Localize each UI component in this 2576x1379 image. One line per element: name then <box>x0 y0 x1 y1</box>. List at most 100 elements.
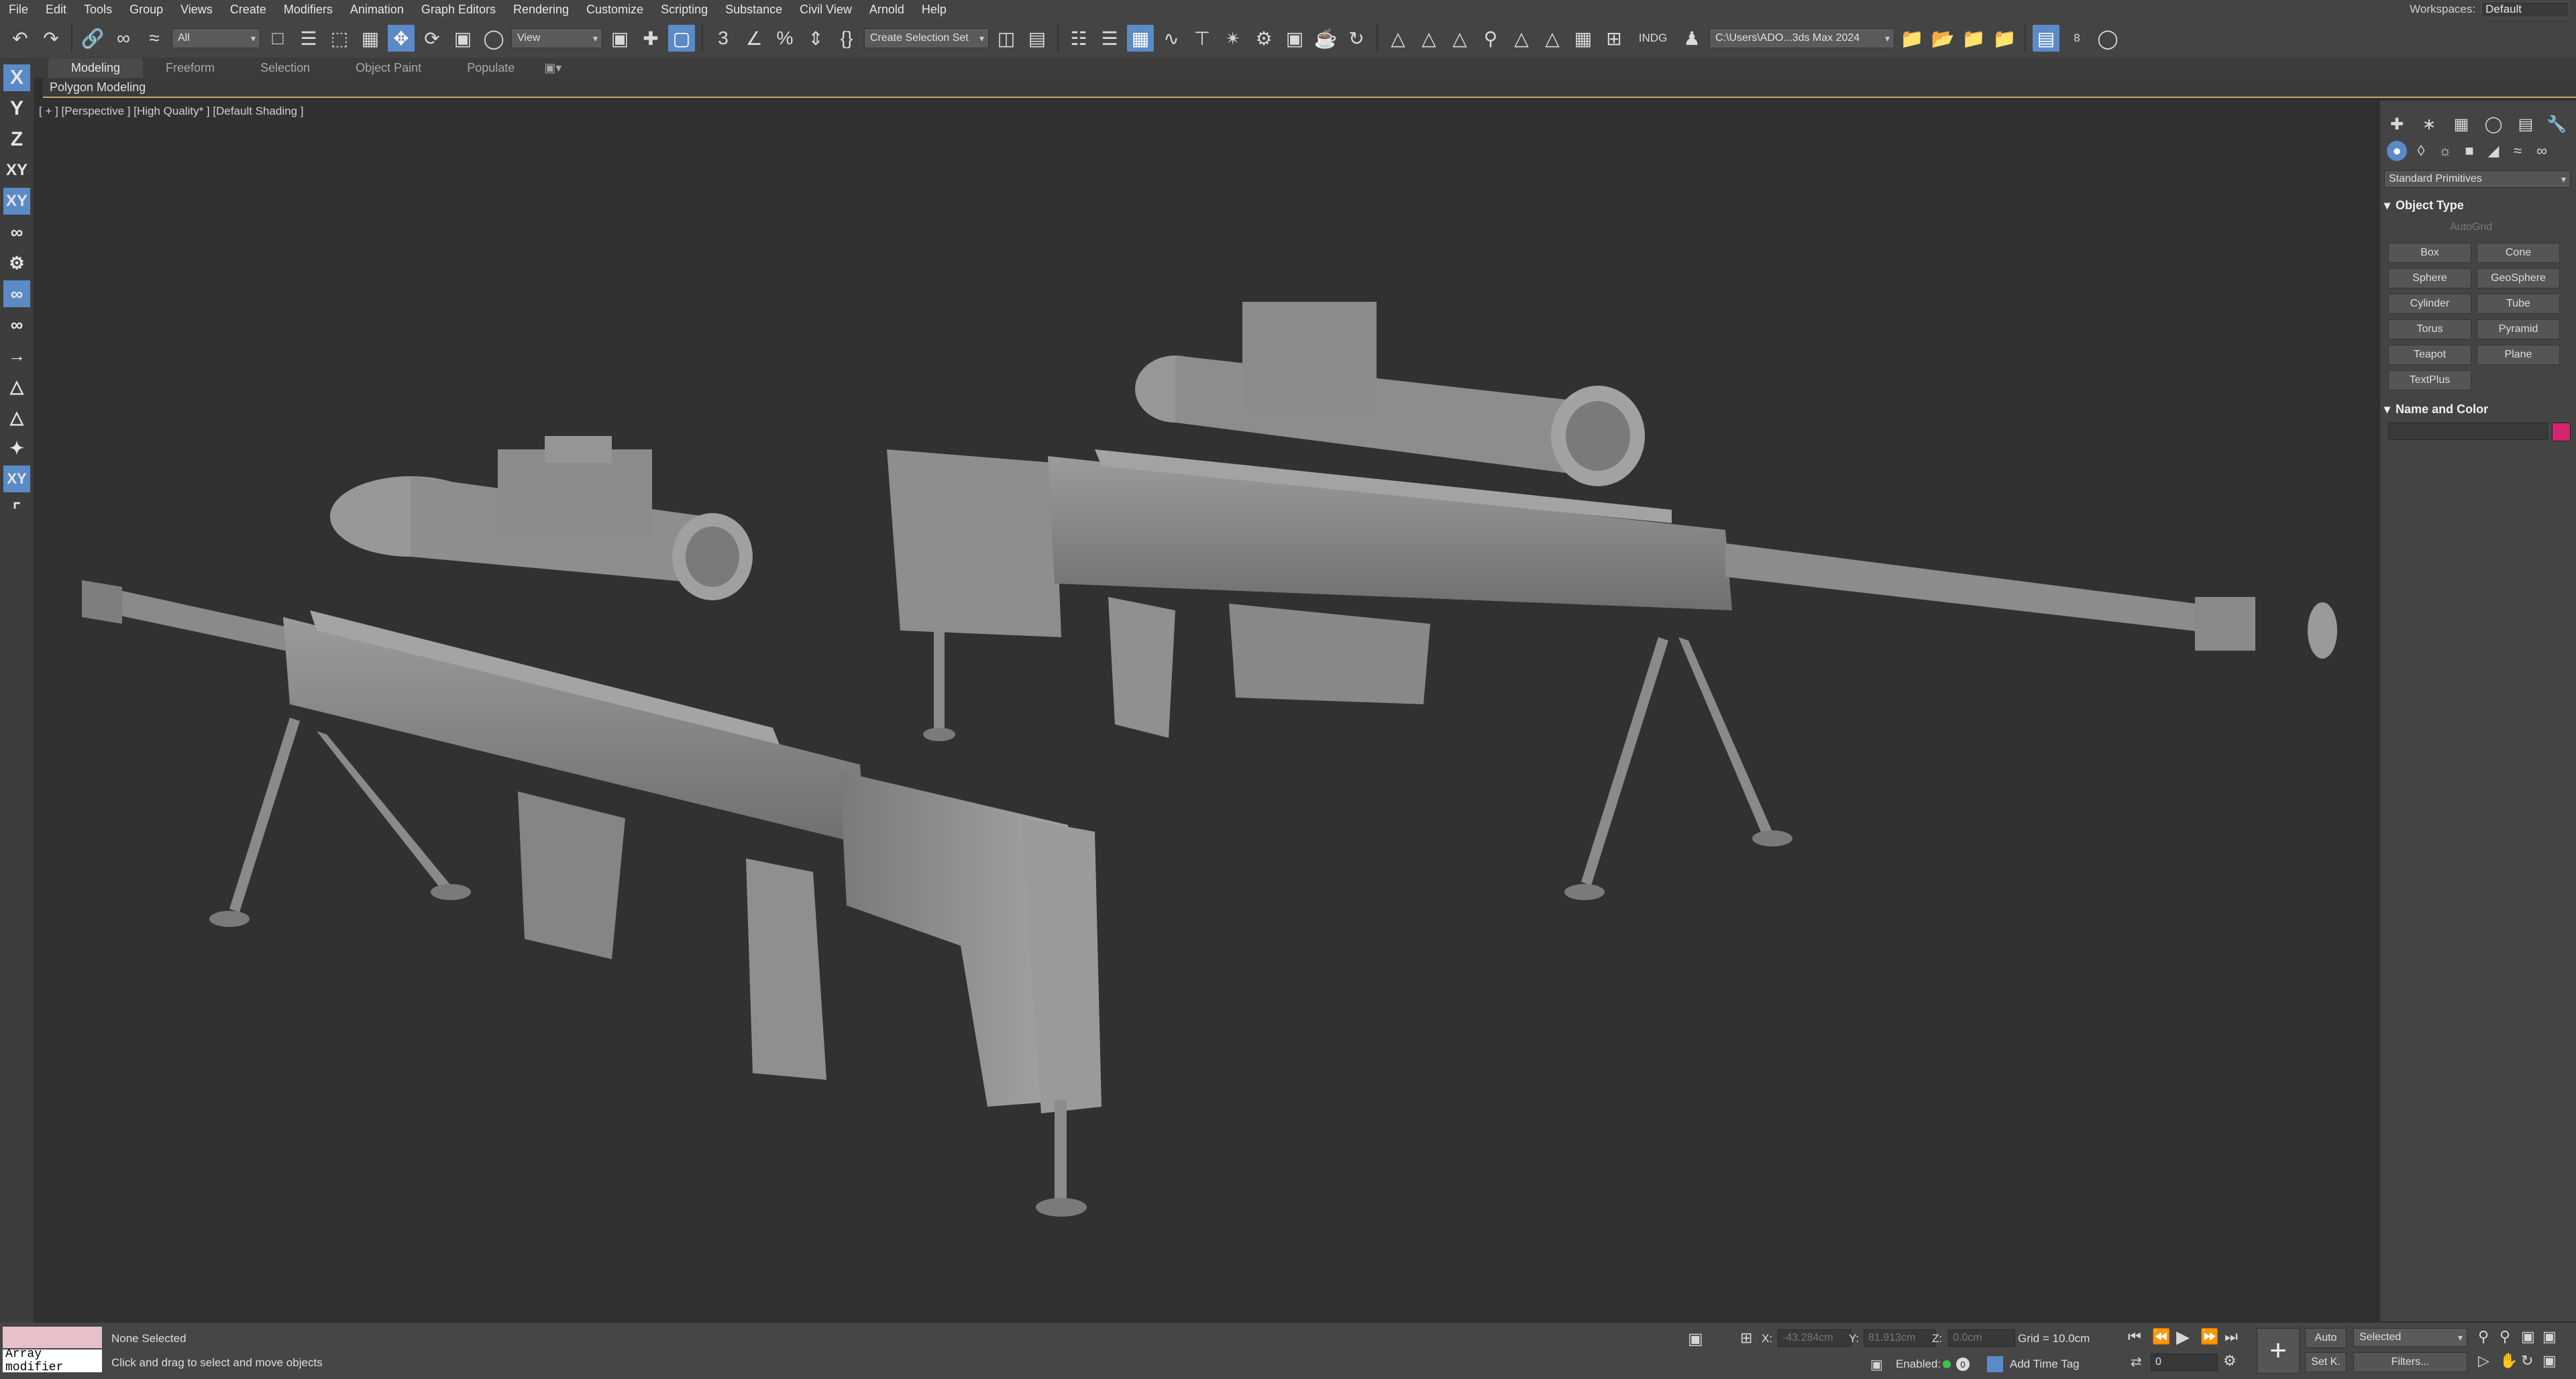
mirror-icon[interactable]: ◫ <box>993 25 1020 52</box>
grid-tool-icon[interactable]: ▦ <box>1570 25 1597 52</box>
z-coordinate-field[interactable]: 0.0cm <box>1948 1329 2015 1347</box>
adaptive-degradation-icon[interactable]: ▣ <box>1870 1356 1883 1373</box>
systems-category-icon[interactable]: ∞ <box>2532 141 2552 161</box>
rendered-frame-window-icon[interactable]: ▣ <box>1281 25 1308 52</box>
autogrid-checkbox[interactable]: AutoGrid <box>2450 221 2492 233</box>
snap-endpoint-icon[interactable]: △ <box>3 404 30 431</box>
menu-arnold[interactable]: Arnold <box>861 3 913 17</box>
angle-snap-icon[interactable]: ∠ <box>741 25 767 52</box>
arnold-camera-icon[interactable]: △ <box>1539 25 1566 52</box>
create-tab-icon[interactable]: ✚ <box>2385 113 2408 135</box>
tab-populate[interactable]: Populate <box>444 58 537 78</box>
current-frame-field[interactable]: 0 <box>2151 1354 2218 1371</box>
arnold-light-icon[interactable]: △ <box>1415 25 1442 52</box>
menu-views[interactable]: Views <box>172 3 221 17</box>
maxscript-listener-top[interactable] <box>3 1327 102 1348</box>
y-coordinate-field[interactable]: 81.913cm <box>1864 1329 1936 1347</box>
time-tag-icon[interactable] <box>1987 1356 2003 1372</box>
polygon-modeling-label[interactable]: Polygon Modeling <box>50 80 146 95</box>
primitive-category-dropdown[interactable]: Standard Primitives <box>2384 170 2571 188</box>
snap-constraint-icon[interactable]: XY <box>3 465 30 492</box>
snap-vertex-icon[interactable]: ⚙ <box>3 250 30 276</box>
viewport-label-menu[interactable]: [ + ] [Perspective ] [High Quality* ] [D… <box>39 105 304 118</box>
helpers-category-icon[interactable]: ◢ <box>2483 141 2504 161</box>
snap-edge-icon[interactable]: ∞ <box>3 280 30 307</box>
corner-icon[interactable]: ⌜ <box>3 496 30 523</box>
tab-modeling[interactable]: Modeling <box>48 58 144 78</box>
modify-tab-icon[interactable]: ∗ <box>2418 113 2440 135</box>
previous-frame-icon[interactable]: ⏪ <box>2152 1328 2170 1345</box>
zoom-extents-all-icon[interactable]: ▣ <box>2542 1328 2557 1345</box>
arnold-view-icon[interactable]: △ <box>1508 25 1535 52</box>
zoom-icon[interactable]: ⚲ <box>2478 1328 2489 1345</box>
goto-start-icon[interactable]: ⏮ <box>2128 1328 2141 1345</box>
menu-edit[interactable]: Edit <box>37 3 75 17</box>
spacewarps-category-icon[interactable]: ≈ <box>2508 141 2528 161</box>
zoom-extents-icon[interactable]: ▣ <box>2521 1328 2535 1345</box>
constraint-xy-button[interactable]: XY <box>3 157 30 184</box>
add-time-tag-button[interactable]: Add Time Tag <box>2010 1358 2080 1371</box>
shapes-category-icon[interactable]: ◊ <box>2411 141 2431 161</box>
cone-button[interactable]: Cone <box>2477 243 2560 263</box>
hierarchy-tab-icon[interactable]: ▦ <box>2450 113 2473 135</box>
link-icon[interactable]: 🔗 <box>79 25 106 52</box>
zoom-all-icon[interactable]: ⚲ <box>2500 1328 2510 1345</box>
key-mode-icon[interactable]: ⇄ <box>2131 1354 2142 1370</box>
unlink-icon[interactable]: ∞ <box>110 25 137 52</box>
snaps-toggle-icon[interactable]: 3 <box>710 25 737 52</box>
maximize-viewport-icon[interactable]: ▣ <box>2542 1352 2557 1370</box>
absolute-mode-icon[interactable]: ⊞ <box>1740 1329 1752 1347</box>
maxscript-listener-input[interactable]: Array modifier <box>3 1347 102 1374</box>
render-iterative-icon[interactable]: ↻ <box>1343 25 1370 52</box>
bind-spacewarp-icon[interactable]: ≈ <box>141 25 168 52</box>
menu-scripting[interactable]: Scripting <box>652 3 716 17</box>
menu-rendering[interactable]: Rendering <box>504 3 578 17</box>
sync-icon[interactable]: ◯ <box>2094 25 2121 52</box>
percent-snap-icon[interactable]: % <box>771 25 798 52</box>
store-icon[interactable]: ▤ <box>2033 25 2059 52</box>
edit-named-selection-icon[interactable]: {} <box>833 25 860 52</box>
pivot-center-icon[interactable]: ▣ <box>606 25 633 52</box>
open-folder-icon[interactable]: 📂 <box>1929 25 1956 52</box>
isolate-icon[interactable]: ▣ <box>1688 1329 1703 1349</box>
pyramid-button[interactable]: Pyramid <box>2477 319 2560 339</box>
name-and-color-rollout[interactable]: ▾ Name and Color <box>2384 400 2571 419</box>
align-icon[interactable]: ▤ <box>1024 25 1051 52</box>
menu-substance[interactable]: Substance <box>716 3 791 17</box>
place-icon[interactable]: ◯ <box>480 25 507 52</box>
constraint-z-button[interactable]: Z <box>3 126 30 153</box>
constraint-xy-cycle-button[interactable]: XY <box>3 188 30 215</box>
textplus-button[interactable]: TextPlus <box>2388 370 2471 390</box>
menu-create[interactable]: Create <box>221 3 275 17</box>
sphere-button[interactable]: Sphere <box>2388 268 2471 288</box>
snap-pivot-icon[interactable]: → <box>3 342 30 369</box>
counter-badge[interactable]: 8 <box>2063 25 2090 52</box>
perspective-viewport[interactable] <box>35 101 2376 1321</box>
window-crossing-icon[interactable]: ▦ <box>357 25 384 52</box>
select-object-icon[interactable]: □ <box>264 25 291 52</box>
snap-toggle-icon[interactable]: ∞ <box>3 219 30 245</box>
undo-icon[interactable]: ↶ <box>7 25 34 52</box>
teapot-button[interactable]: Teapot <box>2388 345 2471 365</box>
layer-explorer-icon[interactable]: ☰ <box>1096 25 1123 52</box>
menu-graph-editors[interactable]: Graph Editors <box>413 3 504 17</box>
person-icon[interactable]: ♟ <box>1678 25 1705 52</box>
tab-freeform[interactable]: Freeform <box>143 58 237 78</box>
select-manipulate-icon[interactable]: ✚ <box>637 25 664 52</box>
toggle-ribbon-icon[interactable]: ▦ <box>1127 25 1154 52</box>
enabled-count-badge[interactable]: 0 <box>1956 1358 1970 1371</box>
schematic-view-icon[interactable]: ⊤ <box>1189 25 1216 52</box>
material-editor-icon[interactable]: ✴ <box>1220 25 1246 52</box>
box-button[interactable]: Box <box>2388 243 2471 263</box>
x-coordinate-field[interactable]: -43.284cm <box>1778 1329 1851 1347</box>
cameras-category-icon[interactable]: ■ <box>2459 141 2479 161</box>
constraint-y-button[interactable]: Y <box>3 95 30 122</box>
select-by-name-icon[interactable]: ☰ <box>295 25 322 52</box>
plane-button[interactable]: Plane <box>2477 345 2560 365</box>
named-selection-dropdown[interactable]: Create Selection Set <box>864 28 989 48</box>
rotate-icon[interactable]: ⟳ <box>419 25 445 52</box>
render-setup-icon[interactable]: ⚙ <box>1250 25 1277 52</box>
key-filter-dropdown[interactable]: Selected <box>2353 1328 2467 1347</box>
keyboard-shortcut-override-icon[interactable]: ▢ <box>668 25 695 52</box>
menu-customize[interactable]: Customize <box>578 3 652 17</box>
